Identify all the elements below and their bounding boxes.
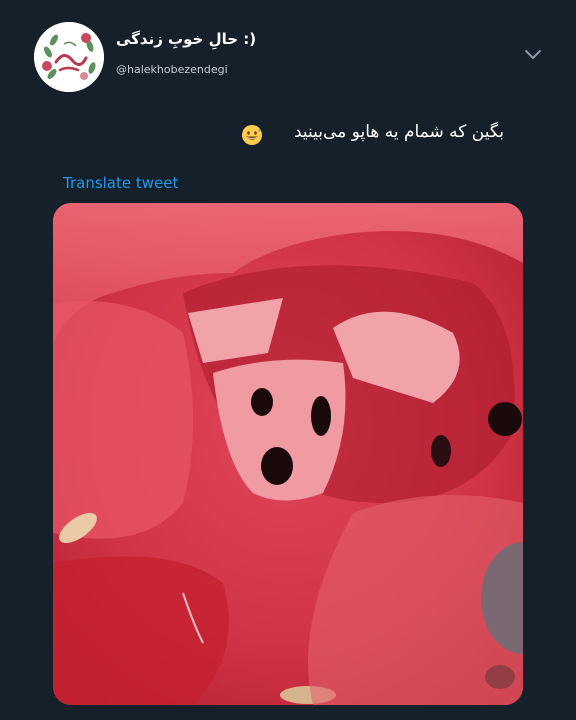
tweet-text: بگین که شمام یه هاپو می‌بینید [293,122,504,142]
avatar[interactable] [34,22,104,92]
chevron-down-icon [525,50,541,59]
user-handle[interactable]: @halekhobezendegi [116,63,228,76]
floral-logo-icon [34,22,104,92]
translate-tweet-link[interactable]: Translate tweet [63,174,178,192]
watermelon-puppy-photo [53,203,523,705]
grinning-sweat-emoji-icon [242,125,262,145]
tweet-card: حالِ خوبِ زندگی :) @halekhobezendegi بگی… [0,0,576,720]
more-options-button[interactable] [520,42,546,68]
display-name[interactable]: حالِ خوبِ زندگی :) [116,30,256,48]
tweet-media-image[interactable] [53,203,523,705]
